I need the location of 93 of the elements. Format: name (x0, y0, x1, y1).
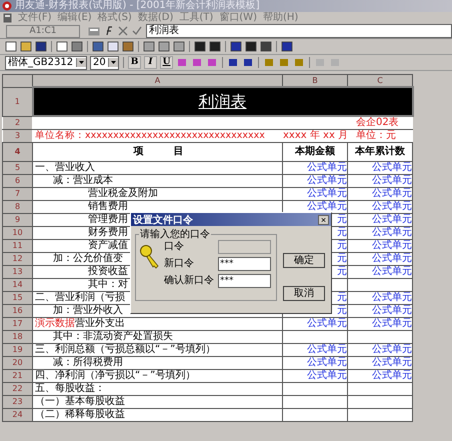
app-icon (2, 1, 12, 11)
table-cell: 公式单元 (307, 188, 346, 199)
row-number[interactable]: 9 (14, 215, 20, 224)
table-cell: 公式单元 (307, 162, 346, 173)
menu-item[interactable]: 编辑(E) (58, 12, 92, 23)
formula-field[interactable]: 利润表 (146, 24, 452, 38)
table-cell: 公式单元 (307, 344, 346, 355)
table-cell: 投资收益 (88, 266, 128, 277)
menu-item[interactable]: 数据(D) (138, 12, 174, 23)
table-cell: 减：营业成本 (53, 175, 113, 186)
table-cell: 公式单元 (372, 253, 412, 264)
table-cell: 元 (337, 214, 346, 225)
group-label: 请输入您的口令 (139, 229, 211, 240)
row-number[interactable]: 5 (14, 163, 20, 172)
table-cell: 公式单元 (307, 357, 346, 368)
column-header[interactable]: B (312, 76, 318, 85)
field-label: 新口令 (164, 258, 195, 270)
table-cell: 元 (337, 305, 346, 316)
dialog-title: 设置文件口令 (133, 214, 193, 226)
table-cell: 销售费用 (88, 201, 128, 212)
table-cell: 公式单元 (372, 357, 412, 368)
calculator-icon[interactable] (88, 26, 100, 36)
table-cell: 公式单元 (307, 201, 346, 212)
row-number[interactable]: 3 (14, 131, 20, 140)
table-cell: 本期金额 (295, 146, 335, 157)
dialog-button[interactable]: 取消 (283, 286, 325, 301)
table-cell: 其中：对 (88, 279, 128, 290)
table-cell: 公式单元 (307, 175, 346, 186)
dropdown-arrow-icon[interactable] (76, 58, 86, 67)
cell-reference-field[interactable]: A1:C1 (6, 24, 80, 38)
table-cell: 公式单元 (372, 227, 412, 238)
table-cell: 元 (337, 253, 346, 264)
row-number[interactable]: 2 (14, 118, 20, 127)
dropdown-arrow-icon[interactable] (108, 58, 118, 67)
table-cell: 加：营业外收入 (53, 305, 123, 316)
table-cell: 项 目 (134, 146, 184, 157)
table-cell: 本年累计数 (355, 146, 405, 157)
table-cell: 五、每股收益： (35, 383, 105, 394)
table-cell: 公式单元 (372, 214, 412, 225)
dialog-button[interactable]: 确定 (283, 253, 325, 268)
table-cell: 元 (337, 227, 346, 238)
password-field[interactable]: *** (218, 274, 271, 288)
table-cell: 公式单元 (372, 175, 412, 186)
field-label: 确认新口令 (164, 275, 215, 287)
table-cell: 公式单元 (372, 292, 412, 303)
font-dropdown[interactable]: 楷体_GB2312 (5, 56, 87, 70)
table-cell: 减：所得税费用 (53, 357, 123, 368)
table-cell: 公式单元 (307, 370, 346, 381)
table-cell: 公式单元 (372, 305, 412, 316)
table-cell: 公式单元 (307, 318, 346, 329)
cancel-icon[interactable] (118, 26, 128, 36)
table-cell: 单位：元 (356, 130, 396, 141)
font-size-dropdown[interactable]: 20 (90, 56, 119, 70)
table-cell: 管理费用 (88, 214, 128, 225)
format-button[interactable]: U (160, 56, 173, 69)
table-cell: 公式单元 (372, 370, 412, 381)
menu-item[interactable]: 工具(T) (179, 12, 214, 23)
table-cell: 营业外支出 (75, 318, 125, 329)
table-cell: 公式单元 (372, 162, 412, 173)
column-header[interactable]: C (377, 76, 383, 85)
close-button[interactable]: × (318, 214, 329, 224)
document-icon (3, 12, 12, 22)
table-cell: 元 (337, 266, 346, 277)
table-cell: （一）基本每股收益 (35, 396, 125, 407)
menu-item[interactable]: 帮助(H) (262, 12, 298, 23)
table-cell: 公式单元 (372, 344, 412, 355)
table-cell: 财务费用 (88, 227, 128, 238)
row-number[interactable]: 7 (14, 189, 20, 198)
menu-item[interactable]: 格式(S) (98, 12, 132, 23)
format-button[interactable]: B (128, 56, 141, 69)
checkmark-icon[interactable] (132, 26, 142, 36)
row-number[interactable]: 8 (14, 202, 20, 211)
column-header[interactable]: A (154, 76, 160, 85)
table-cell: 单位名称：xxxxxxxxxxxxxxxxxxxxxxxxxxxxxxxx (35, 130, 265, 141)
table-cell: 公式单元 (372, 240, 412, 251)
table-cell: 公式单元 (372, 318, 412, 329)
row-number[interactable]: 6 (14, 176, 20, 185)
format-button[interactable]: I (144, 56, 157, 69)
table-cell: xxxx 年 xx 月 (284, 130, 346, 141)
table-cell: 公式单元 (372, 266, 412, 277)
table-cell: 公式单元 (372, 201, 412, 212)
password-field[interactable]: *** (218, 257, 271, 271)
table-cell: 营业税金及附加 (88, 188, 158, 199)
key-icon (139, 244, 161, 270)
table-cell: （二）稀释每股收益 (35, 409, 125, 420)
table-cell: 公式单元 (372, 188, 412, 199)
field-label: 口令 (164, 241, 185, 253)
row-number[interactable]: 1 (14, 97, 20, 106)
row-number[interactable]: 4 (14, 147, 20, 156)
table-cell: 会企02表 (356, 117, 399, 128)
table-cell: 元 (337, 240, 346, 251)
table-cell: 元 (337, 292, 346, 303)
table-cell: 一、营业收入 (35, 162, 95, 173)
